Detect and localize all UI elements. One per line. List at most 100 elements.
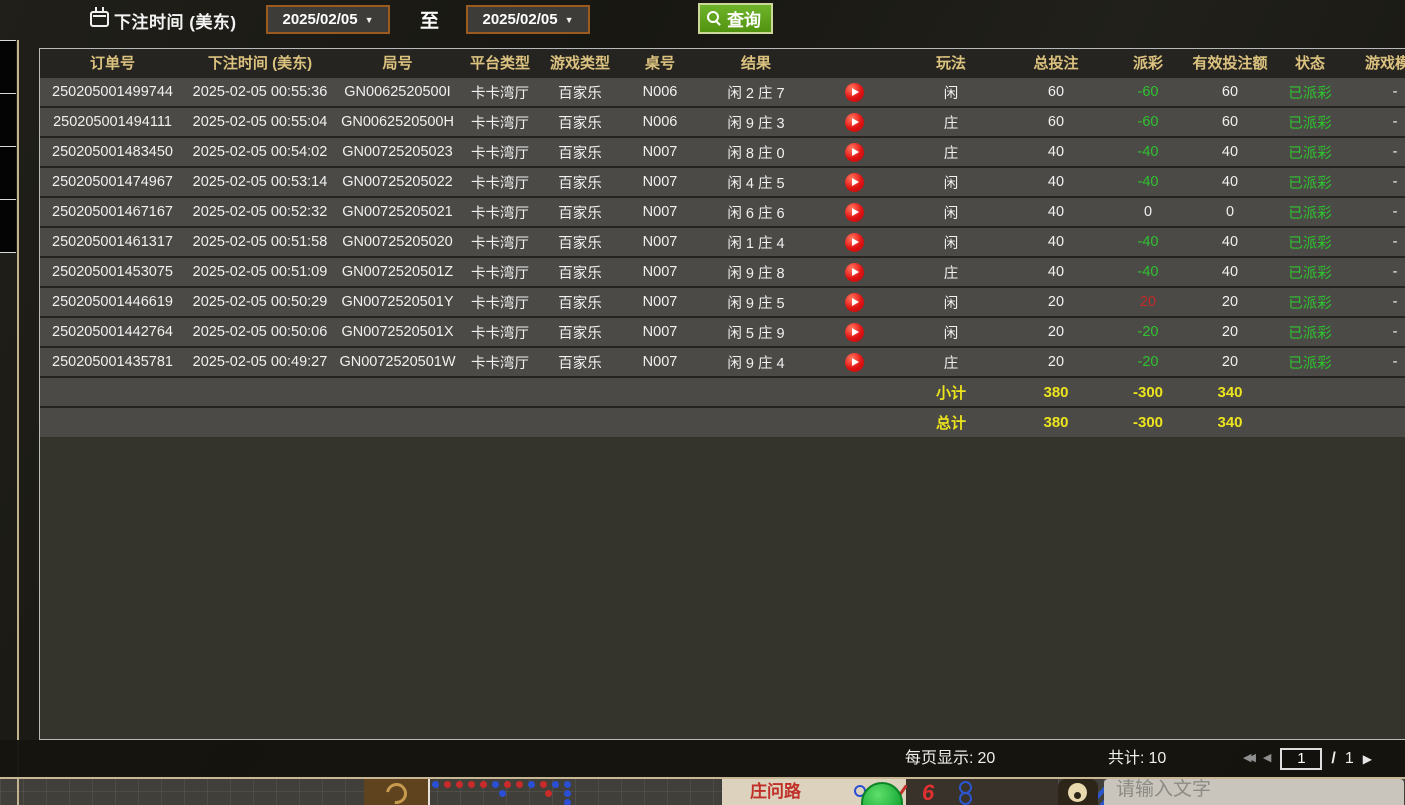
date-range-to-label: 至 <box>420 6 439 33</box>
cell-bet-time: 2025-02-05 00:55:36 <box>185 77 335 107</box>
chat-input[interactable] <box>1104 779 1404 805</box>
grand-total-total-bet: 380 <box>1006 407 1106 437</box>
cell-platform: 卡卡湾厅 <box>460 317 540 347</box>
table-row[interactable]: 250205001453075 2025-02-05 00:51:09 GN00… <box>40 257 1405 287</box>
table-row[interactable]: 250205001467167 2025-02-05 00:52:32 GN00… <box>40 197 1405 227</box>
replay-play-icon[interactable] <box>845 83 864 102</box>
replay-play-icon[interactable] <box>845 263 864 282</box>
grand-total-row: 总计 380 -300 340 <box>40 407 1405 437</box>
replay-play-icon[interactable] <box>845 173 864 192</box>
cell-bet-time: 2025-02-05 00:49:27 <box>185 347 335 377</box>
cell-status: 已派彩 <box>1270 77 1350 107</box>
date-to-select[interactable]: 2025/02/05 ▼ <box>466 5 590 34</box>
cell-valid-bet: 40 <box>1190 137 1270 167</box>
cell-status: 已派彩 <box>1270 347 1350 377</box>
search-button[interactable]: 查询 <box>698 3 773 34</box>
cell-game-mode: - <box>1350 287 1405 317</box>
per-page-display: 每页显示:20 <box>905 740 999 777</box>
cell-replay <box>812 137 896 167</box>
replay-play-icon[interactable] <box>845 293 864 312</box>
play-triangle-icon <box>852 88 859 96</box>
bead-road-dots <box>564 799 571 805</box>
replay-play-icon[interactable] <box>845 113 864 132</box>
cell-result: 闲 9 庄 3 <box>700 107 812 137</box>
cell-result: 闲 9 庄 8 <box>700 257 812 287</box>
cell-game-mode: - <box>1350 167 1405 197</box>
cell-bet-time: 2025-02-05 00:50:29 <box>185 287 335 317</box>
replay-play-icon[interactable] <box>845 143 864 162</box>
background-roadmap-cells <box>0 40 16 253</box>
table-row[interactable]: 250205001435781 2025-02-05 00:49:27 GN00… <box>40 347 1405 377</box>
table-row[interactable]: 250205001494111 2025-02-05 00:55:04 GN00… <box>40 107 1405 137</box>
cell-payout: 20 <box>1106 287 1190 317</box>
next-page-button[interactable]: ▶ <box>1363 753 1372 765</box>
cell-table-no: N007 <box>620 167 700 197</box>
grand-total-spacer <box>40 407 896 437</box>
cell-table-no: N007 <box>620 227 700 257</box>
cell-table-no: N007 <box>620 257 700 287</box>
cell-order-id: 250205001499744 <box>40 77 185 107</box>
replay-play-icon[interactable] <box>845 233 864 252</box>
cell-payout: -40 <box>1106 137 1190 167</box>
cell-result: 闲 9 庄 5 <box>700 287 812 317</box>
replay-play-icon[interactable] <box>845 203 864 222</box>
subtotal-label: 小计 <box>896 377 1006 407</box>
table-row[interactable]: 250205001483450 2025-02-05 00:54:02 GN00… <box>40 137 1405 167</box>
search-icon <box>707 11 722 26</box>
cell-bet-time: 2025-02-05 00:55:04 <box>185 107 335 137</box>
cell-order-id: 250205001474967 <box>40 167 185 197</box>
cell-round-id: GN00725205022 <box>335 167 460 197</box>
column-header: 下注时间 (美东) <box>185 49 335 77</box>
roadmap-cell <box>0 147 16 200</box>
cell-status: 已派彩 <box>1270 167 1350 197</box>
column-header: 总投注 <box>1006 49 1106 77</box>
cell-replay <box>812 257 896 287</box>
table-header-row: 订单号 下注时间 (美东) 局号 平台类型 游戏类型 桌号 结果 <box>40 49 1405 77</box>
cell-result: 闲 9 庄 4 <box>700 347 812 377</box>
table-row[interactable]: 250205001499744 2025-02-05 00:55:36 GN00… <box>40 77 1405 107</box>
cell-total-bet: 20 <box>1006 317 1106 347</box>
table-row[interactable]: 250205001446619 2025-02-05 00:50:29 GN00… <box>40 287 1405 317</box>
emoji-button[interactable] <box>1058 779 1098 805</box>
replay-play-icon[interactable] <box>845 323 864 342</box>
subtotal-payout: -300 <box>1106 377 1190 407</box>
cell-status: 已派彩 <box>1270 107 1350 137</box>
roadmap-section-divider <box>428 779 430 805</box>
cell-bet-on: 闲 <box>896 77 1006 107</box>
table-row[interactable]: 250205001442764 2025-02-05 00:50:06 GN00… <box>40 317 1405 347</box>
cell-table-no: N006 <box>620 107 700 137</box>
emoji-icon <box>1068 783 1087 802</box>
cell-result: 闲 1 庄 4 <box>700 227 812 257</box>
cell-order-id: 250205001453075 <box>40 257 185 287</box>
cell-bet-time: 2025-02-05 00:51:09 <box>185 257 335 287</box>
casino-logo-icon <box>364 779 429 805</box>
total-count-display: 共计:10 <box>1108 740 1170 777</box>
cell-game-mode: - <box>1350 197 1405 227</box>
cell-result: 闲 2 庄 7 <box>700 77 812 107</box>
records-table-container: 订单号 下注时间 (美东) 局号 平台类型 游戏类型 桌号 结果 <box>39 48 1405 740</box>
table-row[interactable]: 250205001461317 2025-02-05 00:51:58 GN00… <box>40 227 1405 257</box>
prev-page-button[interactable]: ◀ <box>1263 753 1271 764</box>
subtotal-spacer <box>40 377 896 407</box>
column-header: 游戏类型 <box>540 49 620 77</box>
grand-total-label: 总计 <box>896 407 1006 437</box>
cell-total-bet: 40 <box>1006 137 1106 167</box>
cell-bet-time: 2025-02-05 00:50:06 <box>185 317 335 347</box>
replay-play-icon[interactable] <box>845 353 864 372</box>
column-header: 玩法 <box>896 49 1006 77</box>
grand-total-payout: -300 <box>1106 407 1190 437</box>
cell-payout: -20 <box>1106 347 1190 377</box>
page-number-input[interactable] <box>1280 748 1322 770</box>
cell-replay <box>812 77 896 107</box>
cell-round-id: GN0072520501W <box>335 347 460 377</box>
cell-platform: 卡卡湾厅 <box>460 77 540 107</box>
table-row[interactable]: 250205001474967 2025-02-05 00:53:14 GN00… <box>40 167 1405 197</box>
date-from-select[interactable]: 2025/02/05 ▼ <box>266 5 390 34</box>
cell-replay <box>812 317 896 347</box>
first-page-button[interactable]: ◀◀ <box>1243 753 1252 764</box>
cell-game-type: 百家乐 <box>540 137 620 167</box>
cell-bet-on: 庄 <box>896 257 1006 287</box>
total-count-value: 10 <box>1148 750 1166 767</box>
cell-valid-bet: 60 <box>1190 77 1270 107</box>
cell-bet-on: 闲 <box>896 227 1006 257</box>
